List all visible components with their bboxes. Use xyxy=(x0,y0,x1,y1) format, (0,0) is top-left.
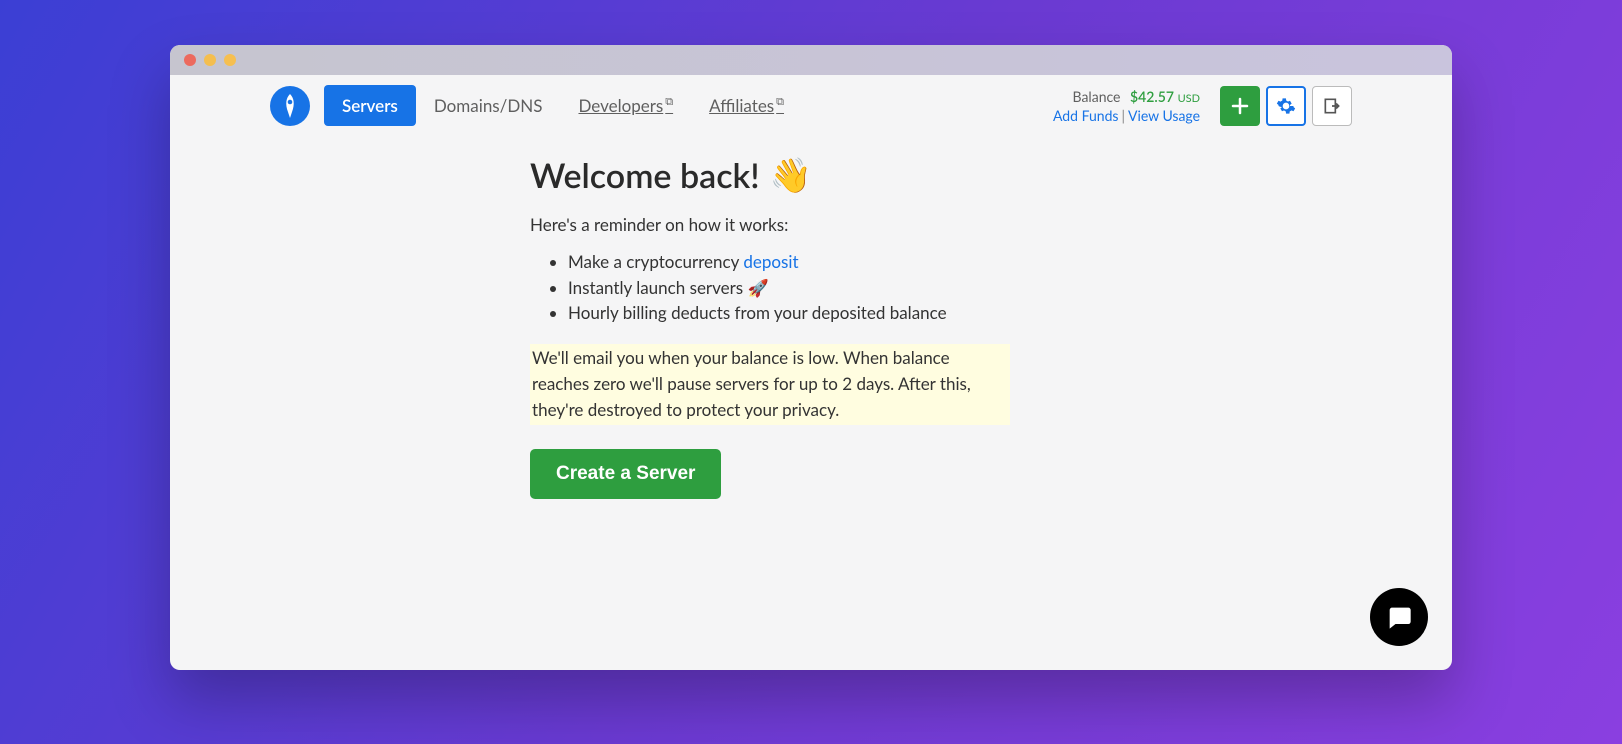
exit-icon xyxy=(1322,96,1342,116)
create-server-button[interactable]: Create a Server xyxy=(530,449,721,499)
nav-domains[interactable]: Domains/DNS xyxy=(416,85,561,126)
external-link-icon: ⧉ xyxy=(665,95,673,108)
deposit-link[interactable]: deposit xyxy=(743,251,798,272)
page-title: Welcome back! 👋 xyxy=(530,154,1352,196)
balance-block: Balance $42.57 USD Add Funds|View Usage xyxy=(1053,88,1200,124)
settings-button[interactable] xyxy=(1266,86,1306,126)
plus-icon xyxy=(1231,97,1249,115)
list-item: Hourly billing deducts from your deposit… xyxy=(568,300,1352,326)
maximize-window-dot[interactable] xyxy=(224,54,236,66)
minimize-window-dot[interactable] xyxy=(204,54,216,66)
logo[interactable] xyxy=(270,86,310,126)
balance-amount: $42.57 xyxy=(1130,88,1174,105)
close-window-dot[interactable] xyxy=(184,54,196,66)
add-funds-link[interactable]: Add Funds xyxy=(1053,107,1119,124)
nav-developers[interactable]: Developers⧉ xyxy=(560,85,691,126)
nav-affiliates-label: Affiliates xyxy=(709,95,774,116)
nav-servers[interactable]: Servers xyxy=(324,85,416,126)
list-item: Instantly launch servers 🚀 xyxy=(568,275,1352,301)
nav-developers-label: Developers xyxy=(578,95,663,116)
main-content: Welcome back! 👋 Here's a reminder on how… xyxy=(170,136,1452,499)
add-button[interactable] xyxy=(1220,86,1260,126)
main-nav: Servers Domains/DNS Developers⧉ Affiliat… xyxy=(324,85,802,126)
gear-icon xyxy=(1276,96,1296,116)
window-titlebar xyxy=(170,45,1452,75)
view-usage-link[interactable]: View Usage xyxy=(1128,107,1200,124)
chat-icon xyxy=(1385,603,1413,631)
list-item-text: Make a cryptocurrency xyxy=(568,251,743,272)
balance-currency: USD xyxy=(1178,92,1200,105)
page-title-text: Welcome back! xyxy=(530,155,760,196)
balance-warning: We'll email you when your balance is low… xyxy=(530,344,1010,425)
external-link-icon: ⧉ xyxy=(776,95,784,108)
app-window: Servers Domains/DNS Developers⧉ Affiliat… xyxy=(170,45,1452,670)
logout-button[interactable] xyxy=(1312,86,1352,126)
wave-icon: 👋 xyxy=(770,154,812,196)
separator: | xyxy=(1121,107,1125,124)
nav-affiliates[interactable]: Affiliates⧉ xyxy=(691,85,802,126)
rocket-icon xyxy=(280,94,300,118)
header: Servers Domains/DNS Developers⧉ Affiliat… xyxy=(170,75,1452,136)
intro-text: Here's a reminder on how it works: xyxy=(530,214,1352,235)
balance-label: Balance xyxy=(1073,88,1121,105)
how-it-works-list: Make a cryptocurrency deposit Instantly … xyxy=(568,249,1352,326)
list-item: Make a cryptocurrency deposit xyxy=(568,249,1352,275)
chat-widget[interactable] xyxy=(1370,588,1428,646)
